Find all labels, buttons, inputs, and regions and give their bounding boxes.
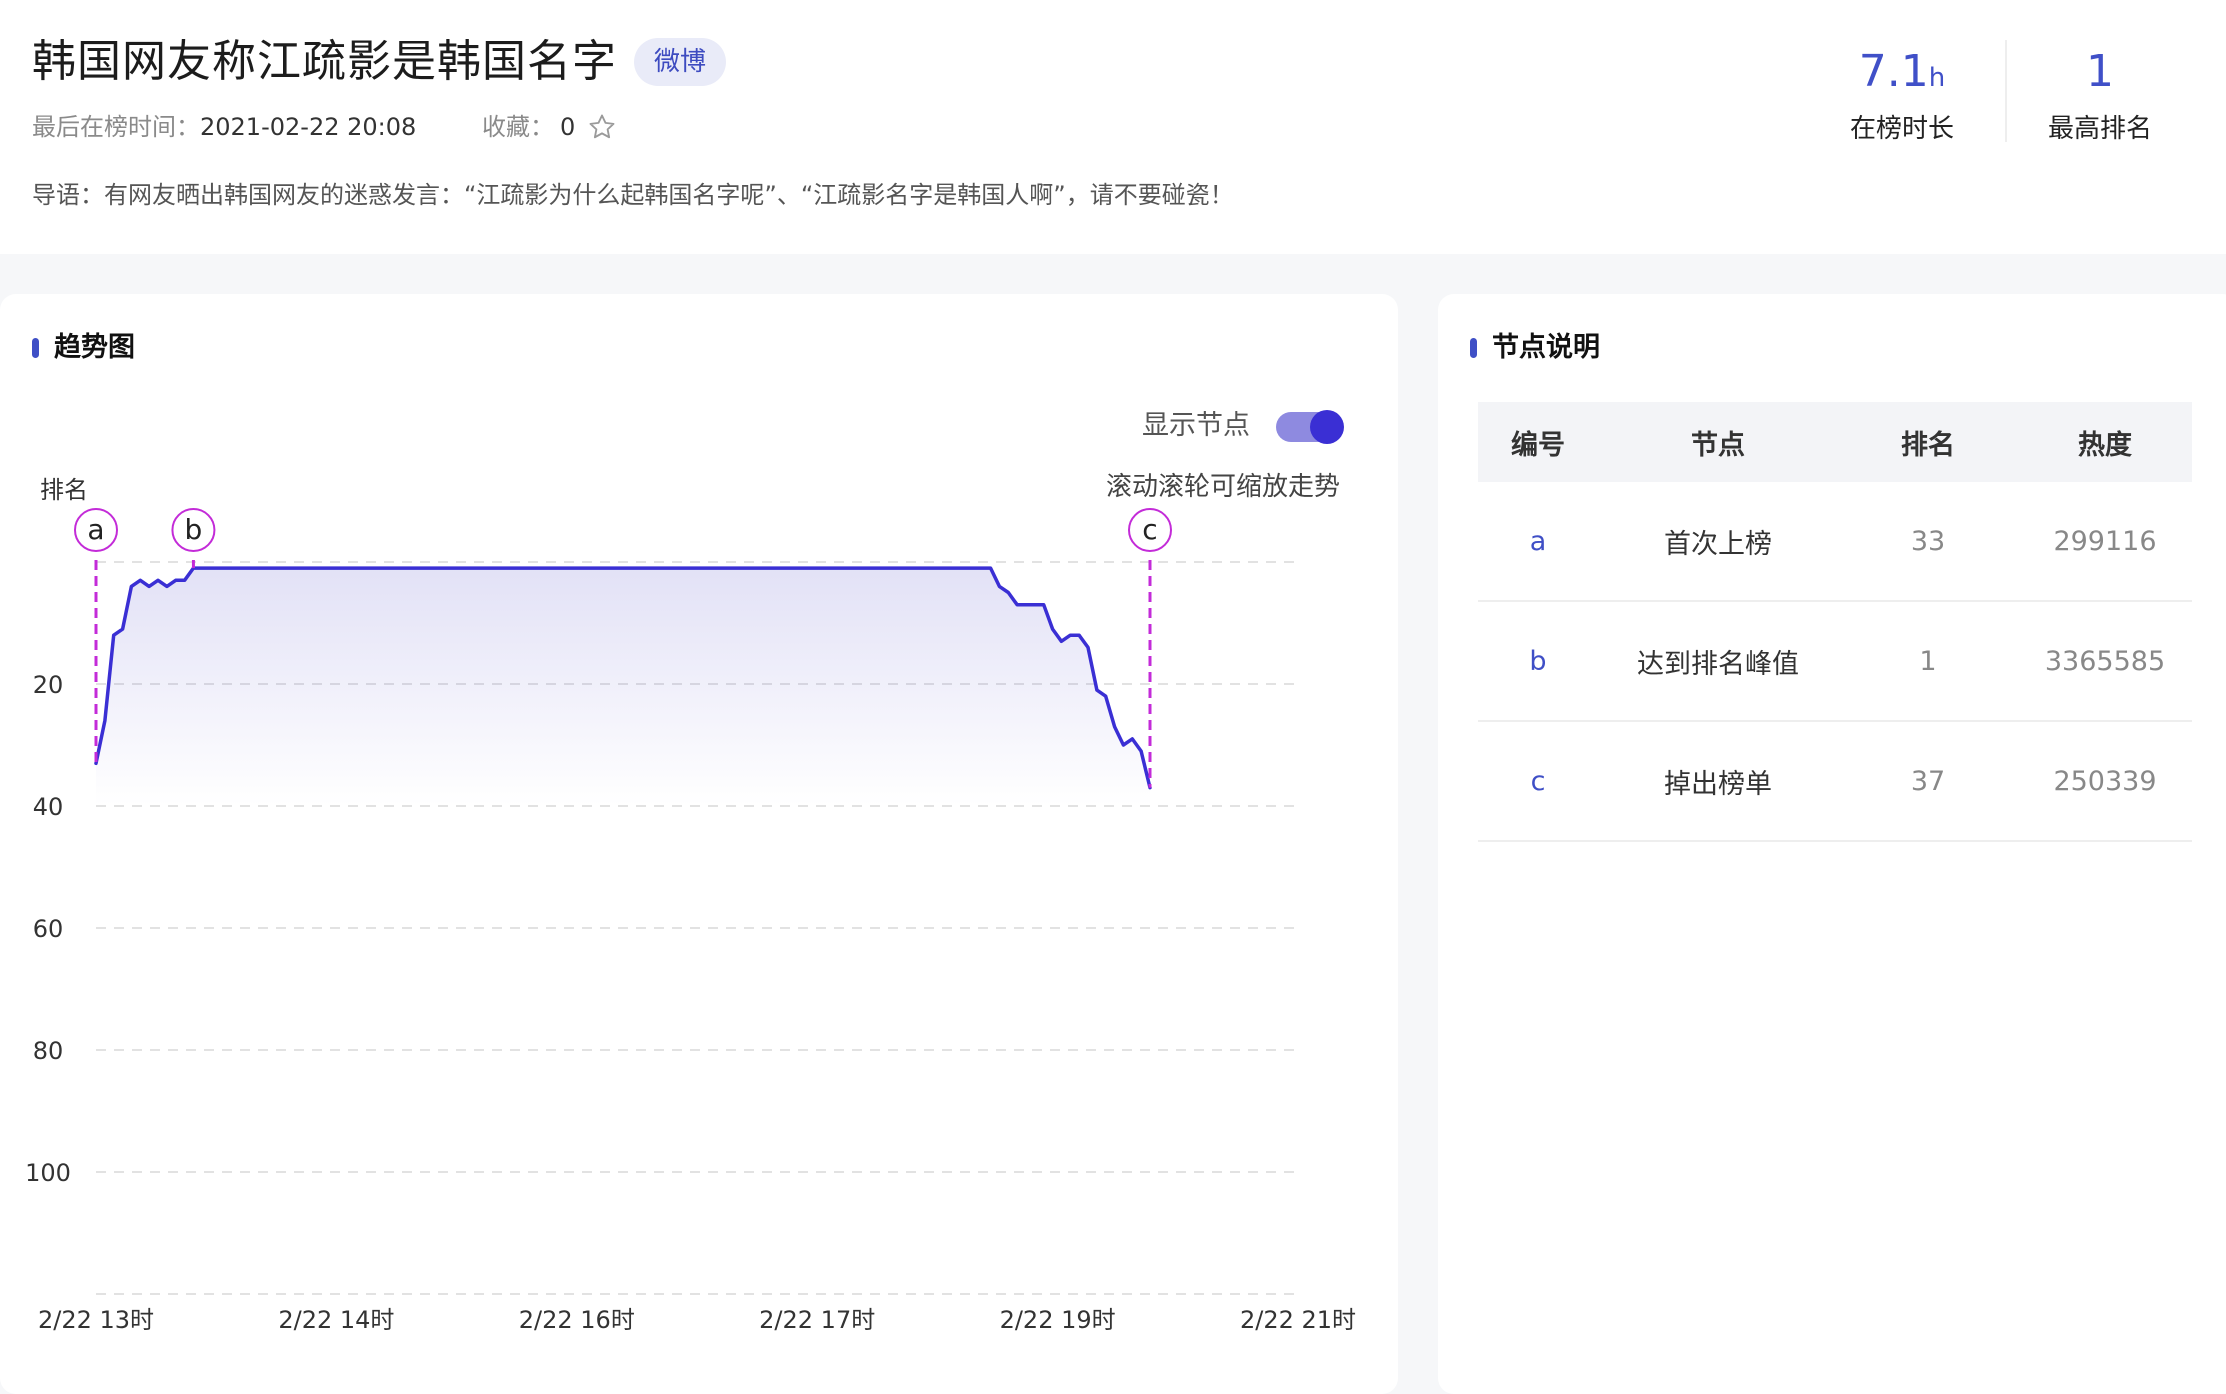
favorite: 收藏： 0 <box>482 110 617 144</box>
col-heat: 热度 <box>2078 429 2132 461</box>
y-axis-label: 排名 <box>40 476 88 504</box>
platform-tag[interactable]: 微博 <box>634 38 727 86</box>
node-rank: 37 <box>1910 765 1946 797</box>
y-tick-label: 60 <box>33 915 64 943</box>
col-id: 编号 <box>1511 429 1565 461</box>
x-tick-label: 2/22 19时 <box>1000 1306 1116 1334</box>
table-row[interactable]: b 达到排名峰值 1 3365585 <box>1478 602 2192 722</box>
stat-duration-value: 7.1h <box>1858 46 1946 97</box>
trend-chart[interactable]: 排名 20 40 60 80 100 2/22 13时 2/22 14时 2/22 16时 2/2… <box>0 294 1398 1366</box>
favorite-count: 0 <box>560 113 576 141</box>
series-area <box>96 568 1150 806</box>
stat-top-rank-value: 1 <box>2086 46 2114 97</box>
last-time-label: 最后在榜时间： <box>32 113 200 141</box>
y-tick-label: 40 <box>33 793 64 821</box>
node-heat: 299116 <box>2053 525 2157 557</box>
trend-card: 趋势图 显示节点 滚动滚轮可缩放走势 排名 20 40 60 80 100 2/22 13时… <box>0 294 1398 1394</box>
col-node: 节点 <box>1691 429 1745 461</box>
y-tick-label: 80 <box>33 1037 64 1065</box>
topic-header: 韩国网友称江疏影是韩国名字 微博 最后在榜时间：2021-02-22 20:08… <box>0 0 2226 254</box>
x-tick-label: 2/22 16时 <box>519 1306 635 1334</box>
y-tick-label: 100 <box>25 1159 71 1187</box>
page-title: 韩国网友称江疏影是韩国名字 <box>32 36 617 87</box>
last-time: 最后在榜时间：2021-02-22 20:08 <box>32 110 416 144</box>
nodes-card: 节点说明 编号 节点 排名 热度 a 首次上榜 33 299116 b 达到排名… <box>1438 294 2226 1394</box>
x-tick-label: 2/22 14时 <box>278 1306 394 1334</box>
nodes-table: 编号 节点 排名 热度 a 首次上榜 33 299116 b 达到排名峰值 1 … <box>1478 402 2192 842</box>
last-time-value: 2021-02-22 20:08 <box>200 113 417 141</box>
node-id: c <box>1530 765 1546 797</box>
stat-duration: 7.1h 在榜时长 <box>1802 44 2002 146</box>
node-name: 掉出榜单 <box>1664 768 1772 800</box>
stat-duration-label: 在榜时长 <box>1849 114 1954 144</box>
topic-intro: 导语：有网友晒出韩国网友的迷惑发言：“江疏影为什么起韩国名字呢”、“江疏影名字是… <box>32 181 1234 209</box>
stat-top-rank-label: 最高排名 <box>2047 114 2152 144</box>
node-marker-label: a <box>87 513 104 546</box>
node-id: b <box>1529 645 1547 677</box>
node-marker-label: b <box>185 513 203 546</box>
node-rank: 33 <box>1910 525 1946 557</box>
node-heat: 250339 <box>2053 765 2157 797</box>
table-row[interactable]: c 掉出榜单 37 250339 <box>1478 722 2192 842</box>
x-tick-label: 2/22 21时 <box>1240 1306 1356 1334</box>
node-name: 达到排名峰值 <box>1637 648 1799 680</box>
table-row[interactable]: a 首次上榜 33 299116 <box>1478 482 2192 602</box>
node-rank: 1 <box>1919 645 1937 677</box>
node-marker-label: c <box>1142 513 1157 546</box>
star-icon[interactable] <box>587 112 617 142</box>
node-heat: 3365585 <box>2044 645 2166 677</box>
nodes-title: 节点说明 <box>1470 330 1600 366</box>
node-name: 首次上榜 <box>1664 528 1772 560</box>
node-id: a <box>1529 525 1547 557</box>
stat-top-rank: 1 最高排名 <box>2000 44 2200 146</box>
y-tick-label: 20 <box>33 671 64 699</box>
x-tick-label: 2/22 13时 <box>38 1306 154 1334</box>
favorite-label: 收藏： <box>482 113 554 141</box>
x-tick-label: 2/22 17时 <box>759 1306 875 1334</box>
col-rank: 排名 <box>1901 429 1955 461</box>
table-header: 编号 节点 排名 热度 <box>1478 402 2192 482</box>
